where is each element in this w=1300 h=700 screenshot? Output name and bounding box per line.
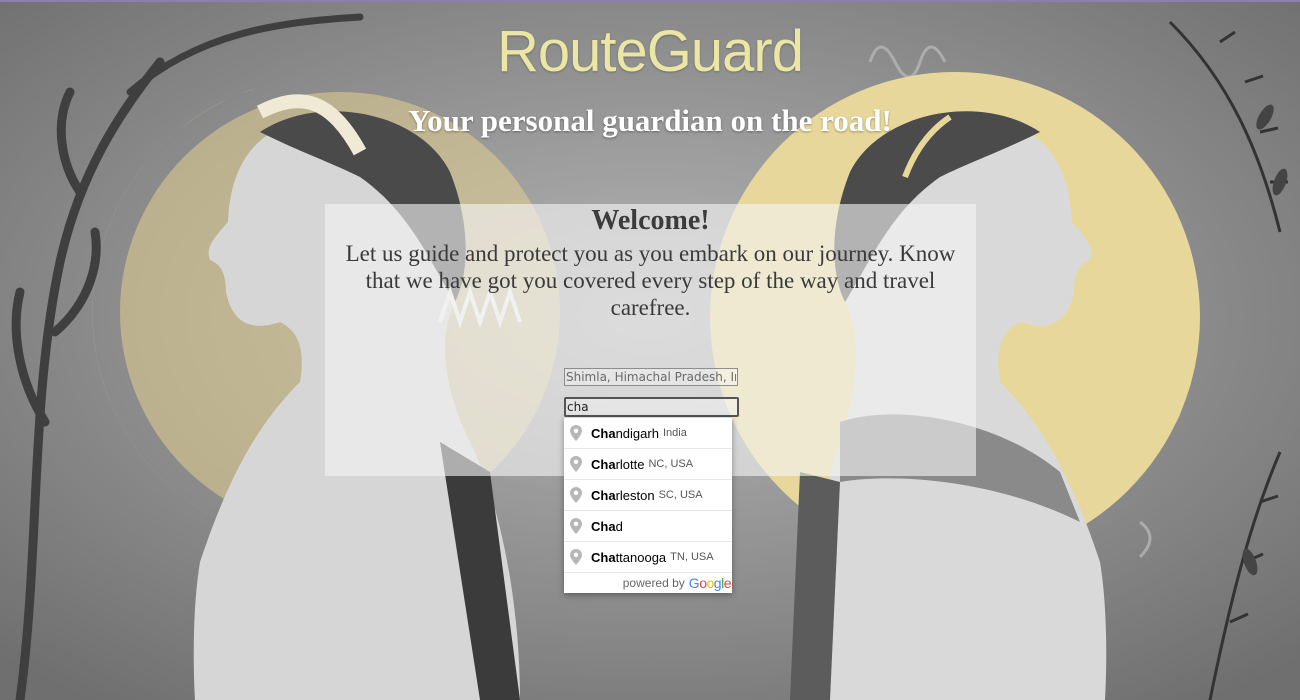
autocomplete-match: Ch [591, 425, 609, 441]
autocomplete-rest: d [615, 518, 623, 534]
map-pin-icon [570, 518, 582, 534]
welcome-text: Let us guide and protect you as you emba… [345, 241, 956, 320]
google-logo-letter: e [723, 575, 732, 591]
autocomplete-secondary: SC, USA [658, 489, 703, 501]
autocomplete-dropdown: Ch a ndigarh India Cha rlotte NC, USA Cha rl… [564, 417, 732, 593]
autocomplete-item[interactable]: Cha rleston SC, USA [564, 479, 732, 510]
autocomplete-item[interactable]: Cha ttanooga TN, USA [564, 541, 732, 572]
google-logo-letter: o [706, 575, 714, 591]
autocomplete-rest: ndigarh [615, 425, 659, 441]
autocomplete-match-extra: a [608, 425, 616, 441]
autocomplete-secondary: NC, USA [648, 458, 694, 470]
autocomplete-item[interactable]: Cha rlotte NC, USA [564, 448, 732, 479]
autocomplete-rest: ttanooga [615, 549, 667, 565]
powered-by-google: powered by Google [564, 572, 732, 593]
welcome-title: Welcome! [591, 205, 710, 236]
google-logo-letter: g [713, 575, 722, 591]
autocomplete-match: Cha [591, 518, 616, 534]
brand-logo: RouteGuard [497, 19, 804, 84]
google-logo: Google [688, 575, 732, 591]
origin-input[interactable] [564, 368, 738, 386]
autocomplete-rest: rlotte [615, 456, 645, 472]
autocomplete-item[interactable]: Ch a ndigarh India [564, 418, 732, 448]
map-pin-icon [570, 456, 582, 472]
autocomplete-item[interactable]: Cha d [564, 510, 732, 541]
autocomplete-secondary: TN, USA [670, 551, 714, 563]
autocomplete-secondary: India [662, 427, 687, 439]
map-pin-icon [570, 487, 582, 503]
autocomplete-rest: rleston [615, 487, 655, 503]
autocomplete-match: Cha [591, 487, 616, 503]
tagline: Your personal guardian on the road! [408, 103, 892, 138]
google-logo-letter: G [688, 575, 700, 591]
map-pin-icon [570, 425, 582, 441]
destination-input[interactable] [564, 397, 739, 417]
autocomplete-match: Cha [591, 549, 616, 565]
powered-by-label: powered by [622, 576, 685, 590]
map-pin-icon [570, 549, 582, 565]
autocomplete-match: Cha [591, 456, 616, 472]
